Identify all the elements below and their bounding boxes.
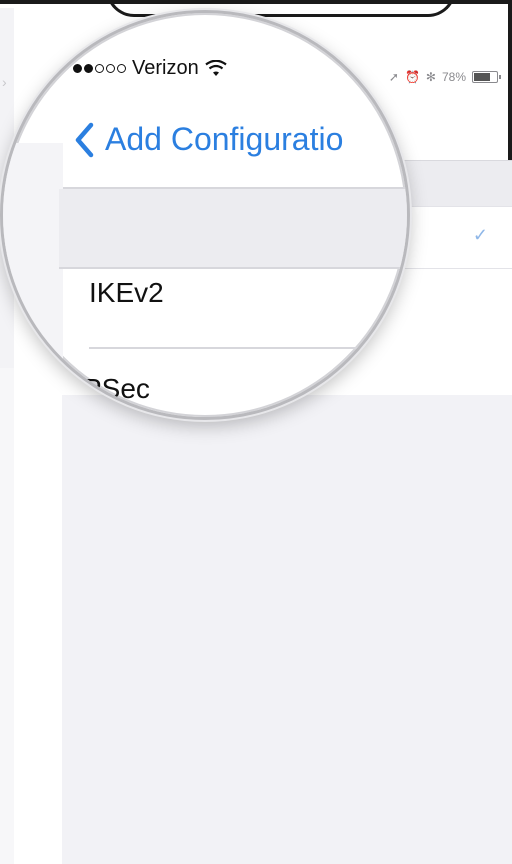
battery-icon bbox=[472, 71, 501, 83]
checkmark-icon: ✓ bbox=[472, 225, 488, 245]
nav-bar: Add Configuratio bbox=[73, 121, 343, 158]
magnified-content: Verizon Add Configuratio IKEv2 PSec bbox=[3, 13, 407, 417]
magnified-left-panel bbox=[3, 143, 63, 417]
bluetooth-icon: ✻ bbox=[425, 70, 436, 84]
magnifier-lens: Verizon Add Configuratio IKEv2 PSec bbox=[0, 10, 410, 420]
grouped-background bbox=[62, 395, 512, 864]
option-ipsec[interactable]: PSec bbox=[83, 373, 150, 405]
battery-percent: 78% bbox=[441, 70, 466, 84]
alarm-icon: ⏰ bbox=[404, 70, 420, 84]
signal-dots-icon bbox=[73, 64, 126, 73]
back-chevron-icon[interactable] bbox=[73, 122, 95, 158]
option-ikev2[interactable]: IKEv2 bbox=[89, 277, 164, 309]
back-button[interactable]: Add Configuratio bbox=[105, 121, 343, 158]
carrier-label: Verizon bbox=[132, 57, 199, 79]
wifi-icon bbox=[205, 59, 227, 76]
screen: › ➚ ⏰ ✻ 78% ✓ Verizon Add Configuratio I… bbox=[0, 0, 512, 864]
status-bar: Verizon bbox=[73, 57, 227, 80]
section-header-band-magnified bbox=[59, 189, 407, 269]
divider bbox=[89, 347, 407, 349]
